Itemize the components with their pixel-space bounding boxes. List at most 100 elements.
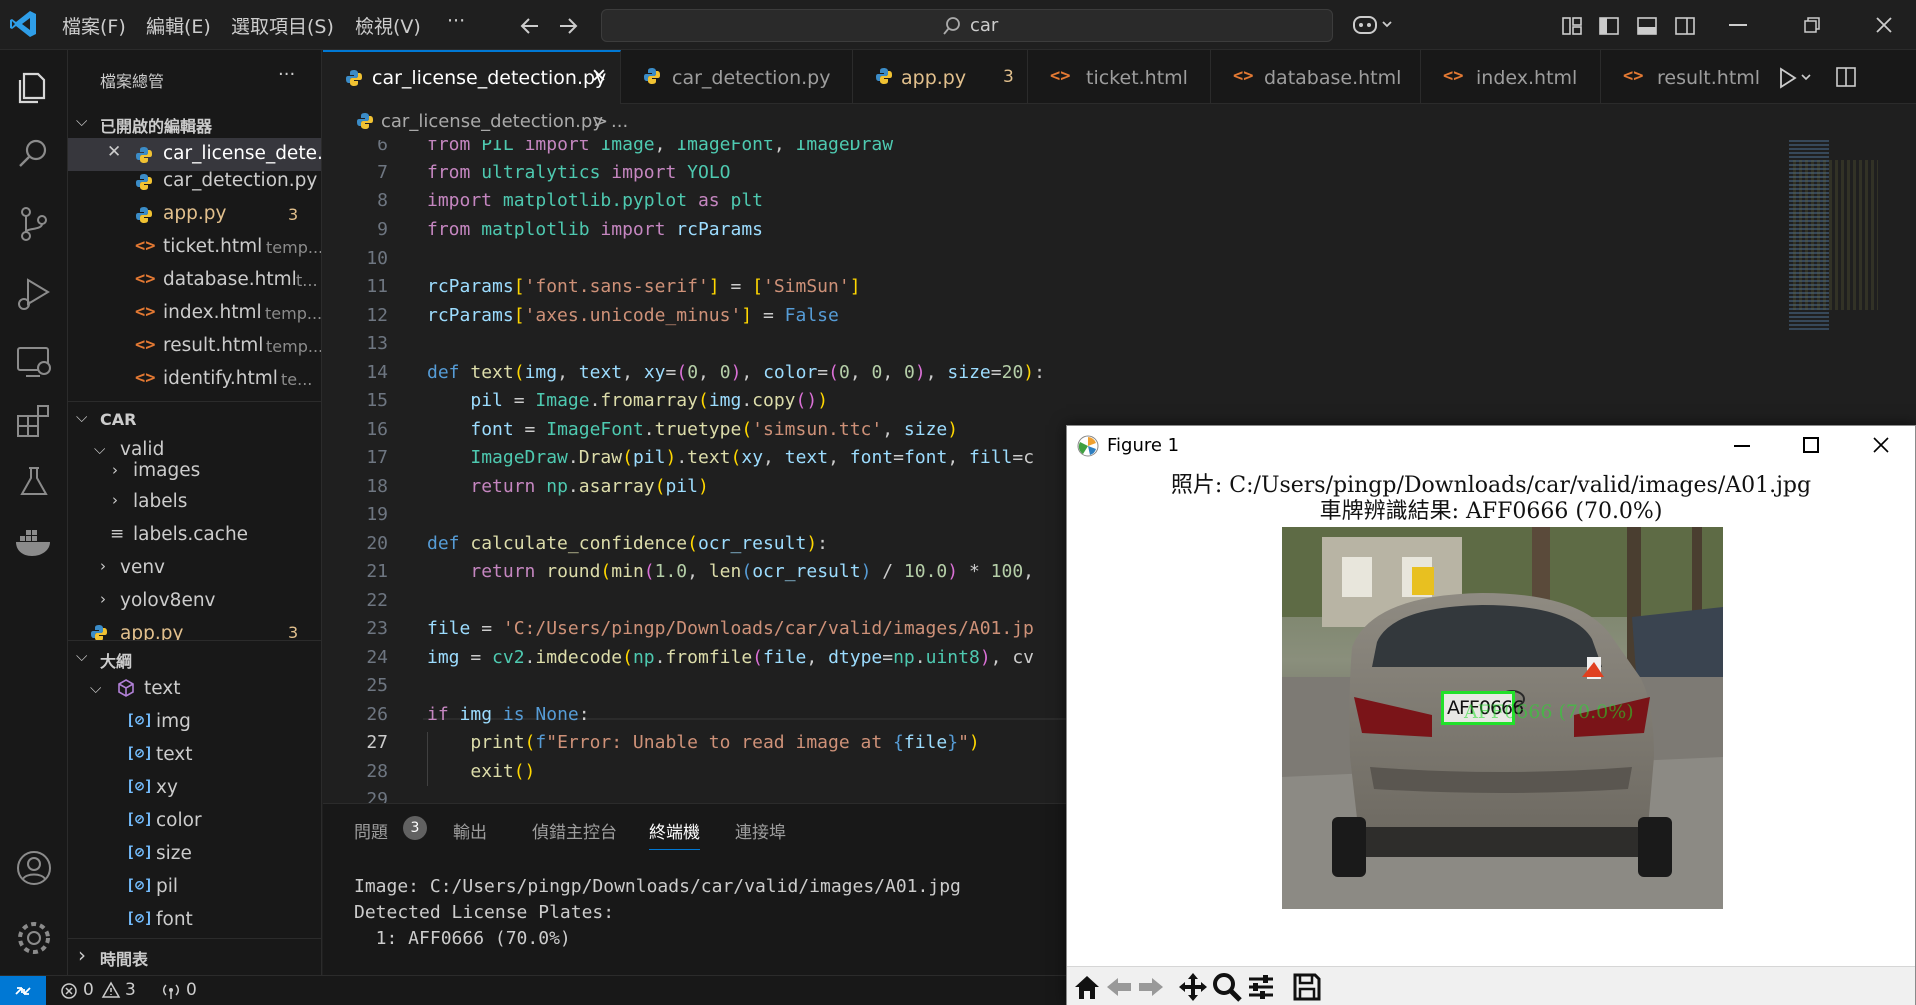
remote-indicator[interactable] [0,976,46,1005]
close-icon[interactable]: ✕ [591,65,607,87]
outline-header[interactable]: ⌵ 大綱 [68,640,321,673]
customize-layout-icon[interactable] [1561,15,1583,37]
remote-explorer-icon[interactable] [12,340,56,384]
close-icon[interactable]: ✕ [107,142,121,162]
outline-variable[interactable]: [⊘] color [68,805,321,838]
back-arrow-icon[interactable] [518,14,542,38]
warning-icon [101,981,121,999]
close-window-icon[interactable] [1872,436,1890,454]
copilot-icon[interactable] [1352,12,1394,38]
search-view-icon[interactable] [12,132,56,176]
split-editor-icon[interactable] [1835,66,1857,88]
outline-variable[interactable]: [⊘] pil [68,871,321,904]
open-editors-header[interactable]: ⌵ 已開啟的編輯器 [68,106,321,139]
line-number: 8 [377,190,388,211]
tree-folder-labels[interactable]: › labels [68,488,321,521]
line-number: 22 [366,590,388,611]
tree-folder-images[interactable]: › images [68,458,321,491]
tree-folder-yolov8env[interactable]: › yolov8env [68,587,321,620]
figure-caption-result: 車牌辨識結果: AFF0666 (70.0%) [1319,499,1663,524]
save-figure-icon[interactable] [1291,971,1323,1003]
outline-item-label: pil [156,876,179,897]
outline-variable[interactable]: [⊘] text [68,739,321,772]
open-editor-item[interactable]: <> identify.html te... [68,363,321,396]
chevron-right-icon: › [78,943,86,967]
outline-variable[interactable]: [⊘] size [68,838,321,871]
menu-view[interactable]: 檢視(V) [355,12,421,39]
source-control-icon[interactable] [12,202,56,246]
minimize-icon[interactable] [1729,24,1747,26]
home-icon[interactable] [1071,971,1103,1003]
outline-variable[interactable]: [⊘] img [68,706,321,739]
explorer-more-button[interactable]: ··· [278,64,295,85]
error-count[interactable]: 0 [83,980,94,1000]
line-number: 14 [366,362,388,383]
breadcrumb-symbol[interactable]: ... [611,111,628,132]
open-editor-item[interactable]: <> ticket.html temp... [68,231,321,264]
problems-count-badge: 3 [403,816,427,840]
tab-result-html[interactable]: <> result.html [1601,50,1779,104]
close-window-icon[interactable] [1874,15,1894,35]
tab-label: ticket.html [1086,67,1188,89]
tab-problems[interactable]: 問題 [354,818,388,843]
tab-index-html[interactable]: <> index.html [1421,50,1601,104]
tab-car-license-detection[interactable]: car_license_detection.py ✕ [323,50,621,104]
tab-terminal[interactable]: 終端機 [649,818,700,850]
menu-edit[interactable]: 編輯(E) [146,12,211,39]
command-center-search[interactable]: car [601,9,1333,42]
maximize-icon[interactable] [1803,437,1819,453]
explorer-icon[interactable] [12,64,56,108]
variable-icon: [⊘] [126,876,154,894]
run-icon[interactable] [1778,67,1814,89]
configure-subplots-icon[interactable] [1245,971,1277,1003]
open-editor-item[interactable]: <> result.html temp... [68,330,321,363]
restore-icon[interactable] [1803,16,1821,34]
tab-car-detection[interactable]: car_detection.py [621,50,853,104]
forward-arrow-icon[interactable] [1135,971,1167,1003]
tree-file-app[interactable]: app.py 3 [68,620,321,640]
open-editor-item[interactable]: car_detection.py [68,165,321,198]
run-debug-icon[interactable] [12,272,56,316]
tab-debug-console[interactable]: 偵錯主控台 [532,818,617,843]
tree-folder-venv[interactable]: › venv [68,554,321,587]
open-editor-path: temp... [265,304,322,323]
breadcrumb-file[interactable]: car_license_detection.py [381,111,603,132]
accounts-icon[interactable] [12,846,56,890]
outline-item-text-function[interactable]: ⌵ text [68,673,321,706]
timeline-title: 時間表 [100,950,149,969]
extensions-icon[interactable] [12,400,56,444]
outline-variable[interactable]: [⊘] xy [68,772,321,805]
docker-icon[interactable] [12,520,56,564]
menu-selection[interactable]: 選取項目(S) [231,12,334,39]
menu-more-button[interactable]: ··· [447,10,465,32]
open-editor-item[interactable]: app.py 3 [68,198,321,231]
menu-file[interactable]: 檔案(F) [62,12,126,39]
zoom-magnifier-icon[interactable] [1211,971,1243,1003]
tab-app[interactable]: app.py 3 [853,50,1028,104]
toggle-secondary-sidebar-icon[interactable] [1674,15,1696,37]
tab-output[interactable]: 輸出 [453,818,487,843]
folder-header[interactable]: ⌵ CAR [68,401,321,434]
timeline-header[interactable]: › 時間表 [68,938,321,971]
settings-gear-icon[interactable] [12,916,56,960]
warning-count[interactable]: 3 [125,980,136,1000]
forward-arrow-icon[interactable] [556,14,580,38]
minimize-icon[interactable] [1734,445,1750,447]
open-editor-item[interactable]: <> index.html temp... [68,297,322,330]
pan-move-icon[interactable] [1177,971,1209,1003]
testing-flask-icon[interactable] [12,460,56,504]
ports-count[interactable]: 0 [186,980,197,1000]
code-line: rcParams['font.sans-serif'] = ['SimSun'] [427,276,861,297]
minimap[interactable] [1783,140,1916,340]
open-editor-item[interactable]: <> database.html t... [68,264,321,297]
outline-item-label: text [156,744,193,765]
toggle-primary-sidebar-icon[interactable] [1598,15,1620,37]
tab-ticket-html[interactable]: <> ticket.html [1028,50,1211,104]
outline-variable[interactable]: [⊘] font [68,904,321,937]
tree-file-labels-cache[interactable]: ≡ labels.cache [68,521,321,554]
tab-database-html[interactable]: <> database.html [1211,50,1421,104]
toggle-panel-icon[interactable] [1636,15,1658,37]
tab-ports[interactable]: 連接埠 [735,818,786,843]
back-arrow-icon[interactable] [1103,971,1135,1003]
chevron-right-icon: › [112,461,118,479]
